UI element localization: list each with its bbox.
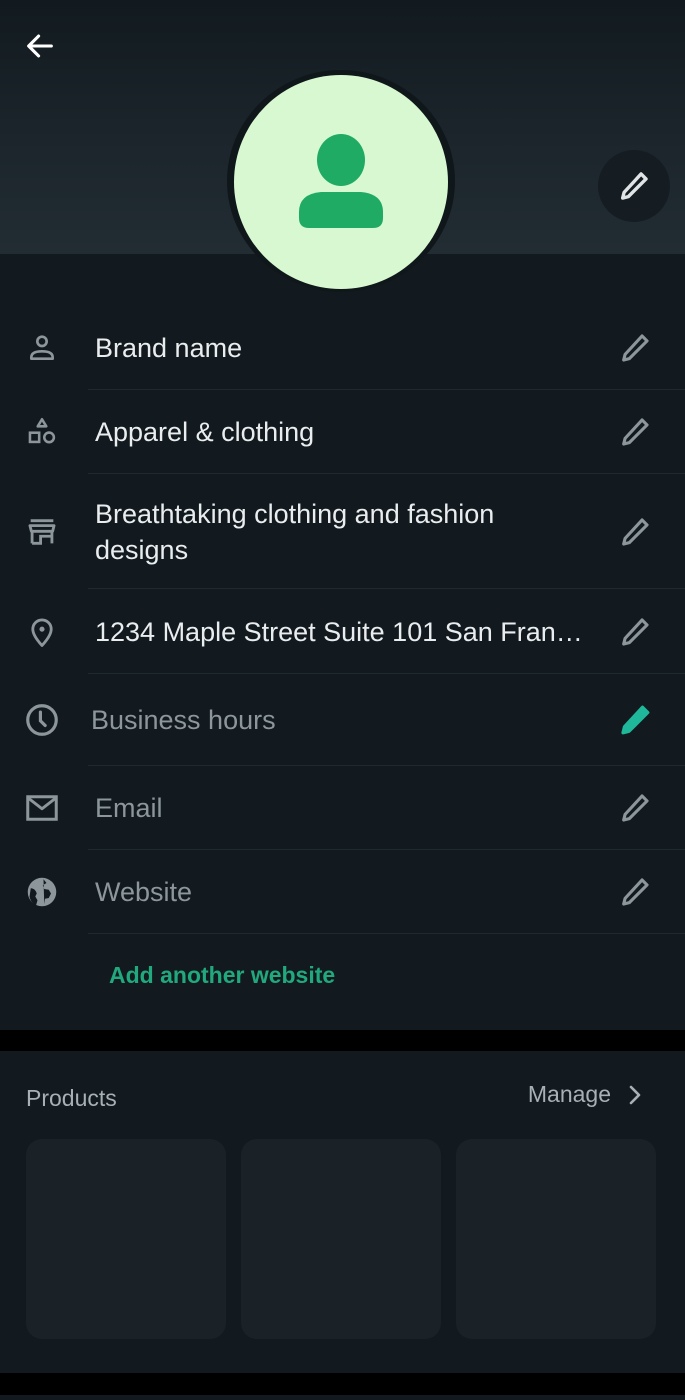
pencil-icon — [622, 617, 649, 646]
edit-brand-name-button[interactable] — [615, 328, 655, 368]
divider — [88, 933, 685, 934]
location-pin-icon — [22, 612, 62, 652]
pencil-icon — [622, 418, 649, 446]
avatar[interactable] — [234, 75, 448, 289]
field-value: Business hours — [91, 705, 276, 735]
category-shapes-icon — [22, 412, 62, 452]
edit-website-button[interactable] — [615, 872, 655, 912]
add-another-website-link[interactable]: Add another website — [109, 962, 335, 989]
arrow-left-icon — [27, 34, 53, 58]
field-value: 1234 Maple Street Suite 101 San Francisc… — [95, 616, 585, 647]
manage-label: Manage — [527, 1081, 611, 1107]
products-title: Products — [26, 1085, 117, 1111]
next-section-edge — [0, 1395, 685, 1400]
person-outline-icon — [22, 328, 62, 368]
pencil-icon — [620, 172, 648, 200]
field-brand-name[interactable]: Brand name — [0, 305, 685, 390]
field-website[interactable]: Website — [0, 850, 685, 934]
edit-business-hours-button[interactable] — [615, 700, 655, 740]
edit-address-button[interactable] — [615, 612, 655, 652]
clock-icon — [22, 700, 62, 740]
field-value: Apparel & clothing — [95, 417, 315, 447]
back-button[interactable] — [20, 26, 60, 66]
section-separator — [0, 1030, 685, 1051]
field-category[interactable]: Apparel & clothing — [0, 390, 685, 474]
edit-description-button[interactable] — [615, 512, 655, 552]
pencil-icon — [621, 705, 650, 735]
field-value: Website — [95, 877, 193, 907]
edit-photo-button[interactable] — [598, 150, 670, 222]
product-card[interactable] — [456, 1139, 656, 1339]
products-section: Products Manage — [0, 1051, 685, 1373]
field-value: Breathtaking clothing and fashion design… — [95, 498, 495, 565]
edit-email-button[interactable] — [615, 788, 655, 828]
manage-products-button[interactable]: Manage — [528, 1081, 645, 1108]
person-icon — [299, 134, 383, 228]
storefront-icon — [22, 512, 62, 552]
edit-category-button[interactable] — [615, 412, 655, 452]
product-cards — [26, 1139, 656, 1339]
pencil-icon — [622, 878, 649, 906]
business-info-list: Brand name Apparel & clothing Breathtaki… — [0, 305, 685, 934]
field-value: Email — [95, 793, 163, 823]
field-email[interactable]: Email — [0, 766, 685, 850]
pencil-icon — [622, 517, 649, 546]
product-card[interactable] — [26, 1139, 226, 1339]
field-business-hours[interactable]: Business hours — [0, 674, 685, 766]
pencil-icon — [622, 794, 649, 822]
section-separator — [0, 1373, 685, 1395]
field-value: Brand name — [95, 332, 243, 363]
field-description[interactable]: Breathtaking clothing and fashion design… — [0, 474, 685, 589]
chevron-right-icon — [629, 1085, 641, 1104]
product-card[interactable] — [241, 1139, 441, 1339]
field-address[interactable]: 1234 Maple Street Suite 101 San Francisc… — [0, 589, 685, 674]
pencil-icon — [622, 333, 649, 362]
globe-icon — [22, 872, 62, 912]
mail-icon — [22, 788, 62, 828]
